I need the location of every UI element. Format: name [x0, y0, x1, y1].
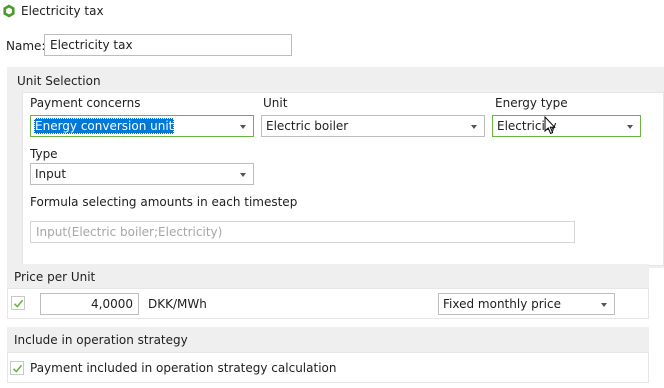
chevron-down-icon: [240, 125, 246, 129]
operation-strategy-header: Include in operation strategy: [14, 333, 188, 347]
chevron-down-icon: [601, 303, 607, 307]
formula-field: Input(Electric boiler;Electricity): [30, 221, 575, 243]
operation-strategy-checkbox[interactable]: [10, 361, 24, 375]
mouse-cursor-icon: [544, 115, 556, 135]
price-per-unit-header-band: [7, 264, 649, 288]
chevron-down-icon: [240, 173, 246, 177]
unit-select[interactable]: Electric boiler: [261, 115, 485, 137]
type-select[interactable]: Input: [30, 163, 254, 185]
unit-label: Unit: [263, 96, 288, 110]
chevron-down-icon: [471, 125, 477, 129]
pricing-type-select[interactable]: Fixed monthly price: [438, 293, 615, 315]
payment-concerns-label: Payment concerns: [30, 96, 141, 110]
unit-selection-header: Unit Selection: [17, 74, 101, 88]
energy-type-select[interactable]: Electricity: [492, 115, 641, 137]
type-label: Type: [30, 147, 58, 161]
name-field[interactable]: Electricity tax: [44, 34, 292, 56]
price-enabled-checkbox[interactable]: [11, 296, 25, 310]
window-title: Electricity tax: [21, 4, 104, 18]
name-label: Name:: [6, 39, 46, 53]
unit-value: Electric boiler: [266, 119, 349, 133]
type-value: Input: [35, 167, 67, 181]
operation-strategy-checkbox-label[interactable]: Payment included in operation strategy c…: [30, 360, 336, 376]
energy-type-label: Energy type: [495, 96, 568, 110]
price-per-unit-header: Price per Unit: [14, 270, 96, 284]
pricing-type-value: Fixed monthly price: [443, 297, 561, 311]
app-logo-icon: [2, 4, 16, 18]
price-unit-label: DKK/MWh: [148, 297, 207, 311]
chevron-down-icon: [627, 125, 633, 129]
payment-concerns-value: Energy conversion unit: [34, 118, 175, 134]
payment-concerns-select[interactable]: Energy conversion unit: [30, 115, 254, 137]
formula-label: Formula selecting amounts in each timest…: [30, 195, 298, 209]
price-amount-field[interactable]: 4,0000: [40, 293, 139, 315]
